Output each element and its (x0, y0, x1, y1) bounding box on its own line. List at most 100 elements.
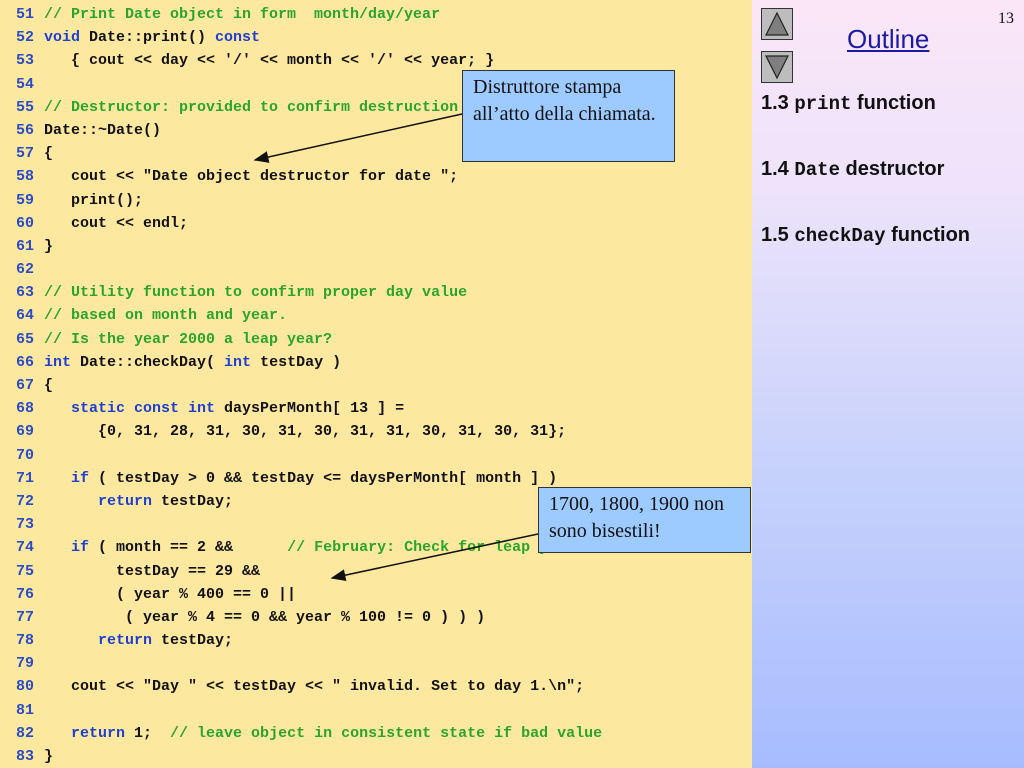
line-number: 64 (15, 307, 34, 325)
code-segment: return (98, 492, 153, 510)
line-number: 67 (15, 377, 34, 394)
code-line: ( year % 400 == 0 || (44, 583, 750, 606)
line-number: 70 (15, 446, 34, 464)
code-line: } (44, 745, 750, 768)
code-line: // Print Date object in form month/day/y… (44, 3, 750, 26)
line-number: 83 (15, 748, 34, 765)
outline-item-date-destructor[interactable]: 1.4 Date destructor (761, 158, 944, 181)
outline-item-number: 1.5 (761, 224, 795, 246)
line-number: 68 (15, 400, 34, 418)
line-number-gutter: 51 52 53 54 55 56 57 58 59 60 61 62 63 64 65 66 67 68 69 70… (0, 3, 34, 768)
code-line: } (44, 235, 750, 258)
line-number: 77 (15, 608, 34, 626)
code-segment: // based on month and year. (44, 307, 288, 325)
code-segment: daysPerMonth[ 13 ] = (215, 400, 405, 418)
line-number: 57 (15, 145, 34, 163)
line-number: 52 (15, 29, 34, 47)
code-line: int Date::checkDay( int testDay ) (44, 351, 750, 374)
next-slide-button[interactable] (761, 51, 793, 83)
code-segment: Date::print() (80, 29, 216, 47)
code-segment: const (215, 29, 261, 47)
code-line: static const int daysPerMonth[ 13 ] = (44, 397, 750, 420)
code-line: print(); (44, 189, 750, 212)
code-segment: int (224, 353, 252, 371)
code-segment: {0, 31, 28, 31, 30, 31, 30, 31, 31, 30, … (44, 423, 567, 441)
code-segment: cout << "Day " << testDay << " invalid. … (44, 678, 585, 696)
code-segment: testDay; (152, 492, 234, 510)
outline-item-checkday-function[interactable]: 1.5 checkDay function (761, 224, 970, 247)
code-segment: static const int (71, 400, 216, 418)
line-number: 78 (15, 632, 34, 650)
line-number: 74 (15, 539, 34, 557)
line-number: 56 (15, 121, 34, 139)
destructor-callout: Distruttore stampa all’atto della chiama… (462, 70, 675, 162)
outline-item-code: print (794, 93, 852, 115)
code-line: // Utility function to confirm proper da… (44, 281, 750, 304)
line-number: 58 (15, 168, 34, 186)
outline-item-label: function (885, 224, 971, 246)
code-line: // based on month and year. (44, 304, 750, 327)
line-number: 65 (15, 330, 34, 348)
outline-title[interactable]: Outline (847, 24, 929, 55)
code-segment: ( year % 400 == 0 || (44, 585, 297, 603)
line-number: 73 (15, 516, 34, 534)
line-number: 72 (15, 492, 34, 510)
code-line: testDay == 29 && (44, 560, 750, 583)
line-number: 75 (15, 562, 34, 580)
line-number: 60 (15, 214, 34, 232)
code-segment: if (71, 469, 90, 487)
line-number: 51 (15, 6, 34, 23)
code-segment: { (44, 145, 54, 163)
code-segment: // Destructor: provided to confirm destr… (44, 98, 513, 116)
line-number: 61 (15, 237, 34, 255)
line-number: 54 (15, 75, 34, 93)
line-number: 66 (15, 353, 34, 371)
line-number: 62 (15, 261, 34, 279)
line-number: 81 (15, 701, 34, 719)
code-segment: // February: Check for leap year (287, 539, 576, 557)
code-segment: // Print Date object in form month/day/y… (44, 6, 441, 23)
code-segment: cout << "Date object destructor for date… (44, 168, 459, 186)
code-segment: } (44, 748, 54, 765)
code-segment: ( month == 2 && (89, 539, 288, 557)
outline-item-print-function[interactable]: 1.3 print function (761, 92, 936, 115)
triangle-down-icon (765, 55, 789, 80)
code-segment: return (71, 724, 126, 742)
previous-slide-button[interactable] (761, 8, 793, 40)
line-number: 71 (15, 469, 34, 487)
code-segment: ( testDay > 0 && testDay <= daysPerMonth… (89, 469, 558, 487)
leap-year-callout: 1700, 1800, 1900 non sono bisestili! (538, 487, 751, 553)
code-segment: // Is the year 2000 a leap year? (44, 330, 333, 348)
code-segment: { cout << day << '/' << month << '/' << … (44, 52, 495, 70)
outline-item-code: Date (794, 159, 840, 181)
code-line: // Is the year 2000 a leap year? (44, 328, 750, 351)
code-line: void Date::print() const (44, 26, 750, 49)
code-line: cout << "Date object destructor for date… (44, 165, 750, 188)
code-segment: void (44, 29, 81, 47)
code-line: cout << endl; (44, 212, 750, 235)
outline-item-label: destructor (839, 158, 945, 180)
outline-item-number: 1.4 (761, 158, 795, 180)
line-number: 80 (15, 678, 34, 696)
code-segment: Date::~Date() (44, 121, 162, 139)
code-line: return 1; // leave object in consistent … (44, 722, 750, 745)
code-segment: int (44, 353, 72, 371)
line-number: 79 (15, 655, 34, 673)
line-number: 82 (15, 724, 34, 742)
line-number: 55 (15, 98, 34, 116)
code-segment: testDay; (152, 632, 234, 650)
outline-sidebar: 13 Outline 1.3 print function 1.4 Date d… (752, 0, 1024, 768)
code-line: return testDay; (44, 629, 750, 652)
code-segment: Date::checkDay( (71, 353, 225, 371)
code-segment: testDay == 29 && (44, 562, 261, 580)
code-segment: print(); (44, 191, 144, 209)
outline-item-label: function (851, 92, 936, 114)
